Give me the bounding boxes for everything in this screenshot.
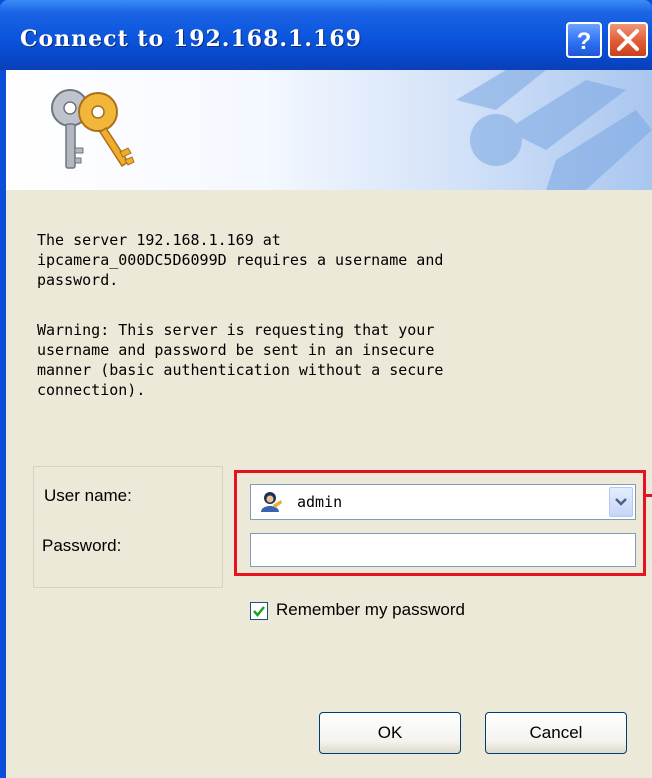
message-line: password.: [37, 271, 119, 289]
checkmark-icon: [253, 606, 265, 617]
help-icon: ?: [577, 28, 592, 55]
close-icon: [617, 29, 639, 51]
highlight-pointer: [646, 494, 652, 497]
login-dialog: Connect to 192.168.1.169 ? The server 19…: [0, 0, 652, 778]
dialog-body: The server 192.168.1.169 at ipcamera_000…: [6, 190, 652, 778]
credentials-label-group: [33, 466, 223, 588]
help-glyph: ?: [577, 28, 592, 55]
user-icon: [261, 492, 282, 512]
username-dropdown-button[interactable]: [609, 487, 633, 517]
warning-message: Warning: This server is requesting that …: [37, 320, 443, 400]
password-field[interactable]: [250, 533, 636, 567]
warning-line: Warning: This server is requesting that …: [37, 321, 435, 339]
username-value: admin: [297, 493, 343, 511]
keys-icon: [51, 89, 135, 169]
cancel-button[interactable]: Cancel: [485, 712, 627, 754]
banner-watermark-keys-icon: [456, 70, 652, 190]
close-button[interactable]: [608, 22, 648, 58]
username-combobox[interactable]: admin: [250, 484, 636, 520]
help-button[interactable]: ?: [566, 22, 602, 58]
message-line: ipcamera_000DC5D6099D requires a usernam…: [37, 251, 444, 269]
chevron-down-icon: [615, 498, 627, 506]
remember-password-label[interactable]: Remember my password: [276, 600, 465, 620]
message-line: The server 192.168.1.169 at: [37, 231, 281, 249]
warning-line: manner (basic authentication without a s…: [37, 361, 444, 379]
username-label: User name:: [44, 486, 132, 505]
remember-password-checkbox[interactable]: [250, 602, 268, 620]
header-banner: [6, 70, 652, 190]
warning-line: username and password be sent in an inse…: [37, 341, 435, 359]
password-label: Password:: [42, 536, 122, 555]
server-message: The server 192.168.1.169 at ipcamera_000…: [37, 230, 443, 290]
title-bar[interactable]: Connect to 192.168.1.169 ?: [0, 0, 652, 70]
warning-line: connection).: [37, 381, 146, 399]
window-title: Connect to 192.168.1.169: [20, 26, 362, 52]
ok-button[interactable]: OK: [319, 712, 461, 754]
